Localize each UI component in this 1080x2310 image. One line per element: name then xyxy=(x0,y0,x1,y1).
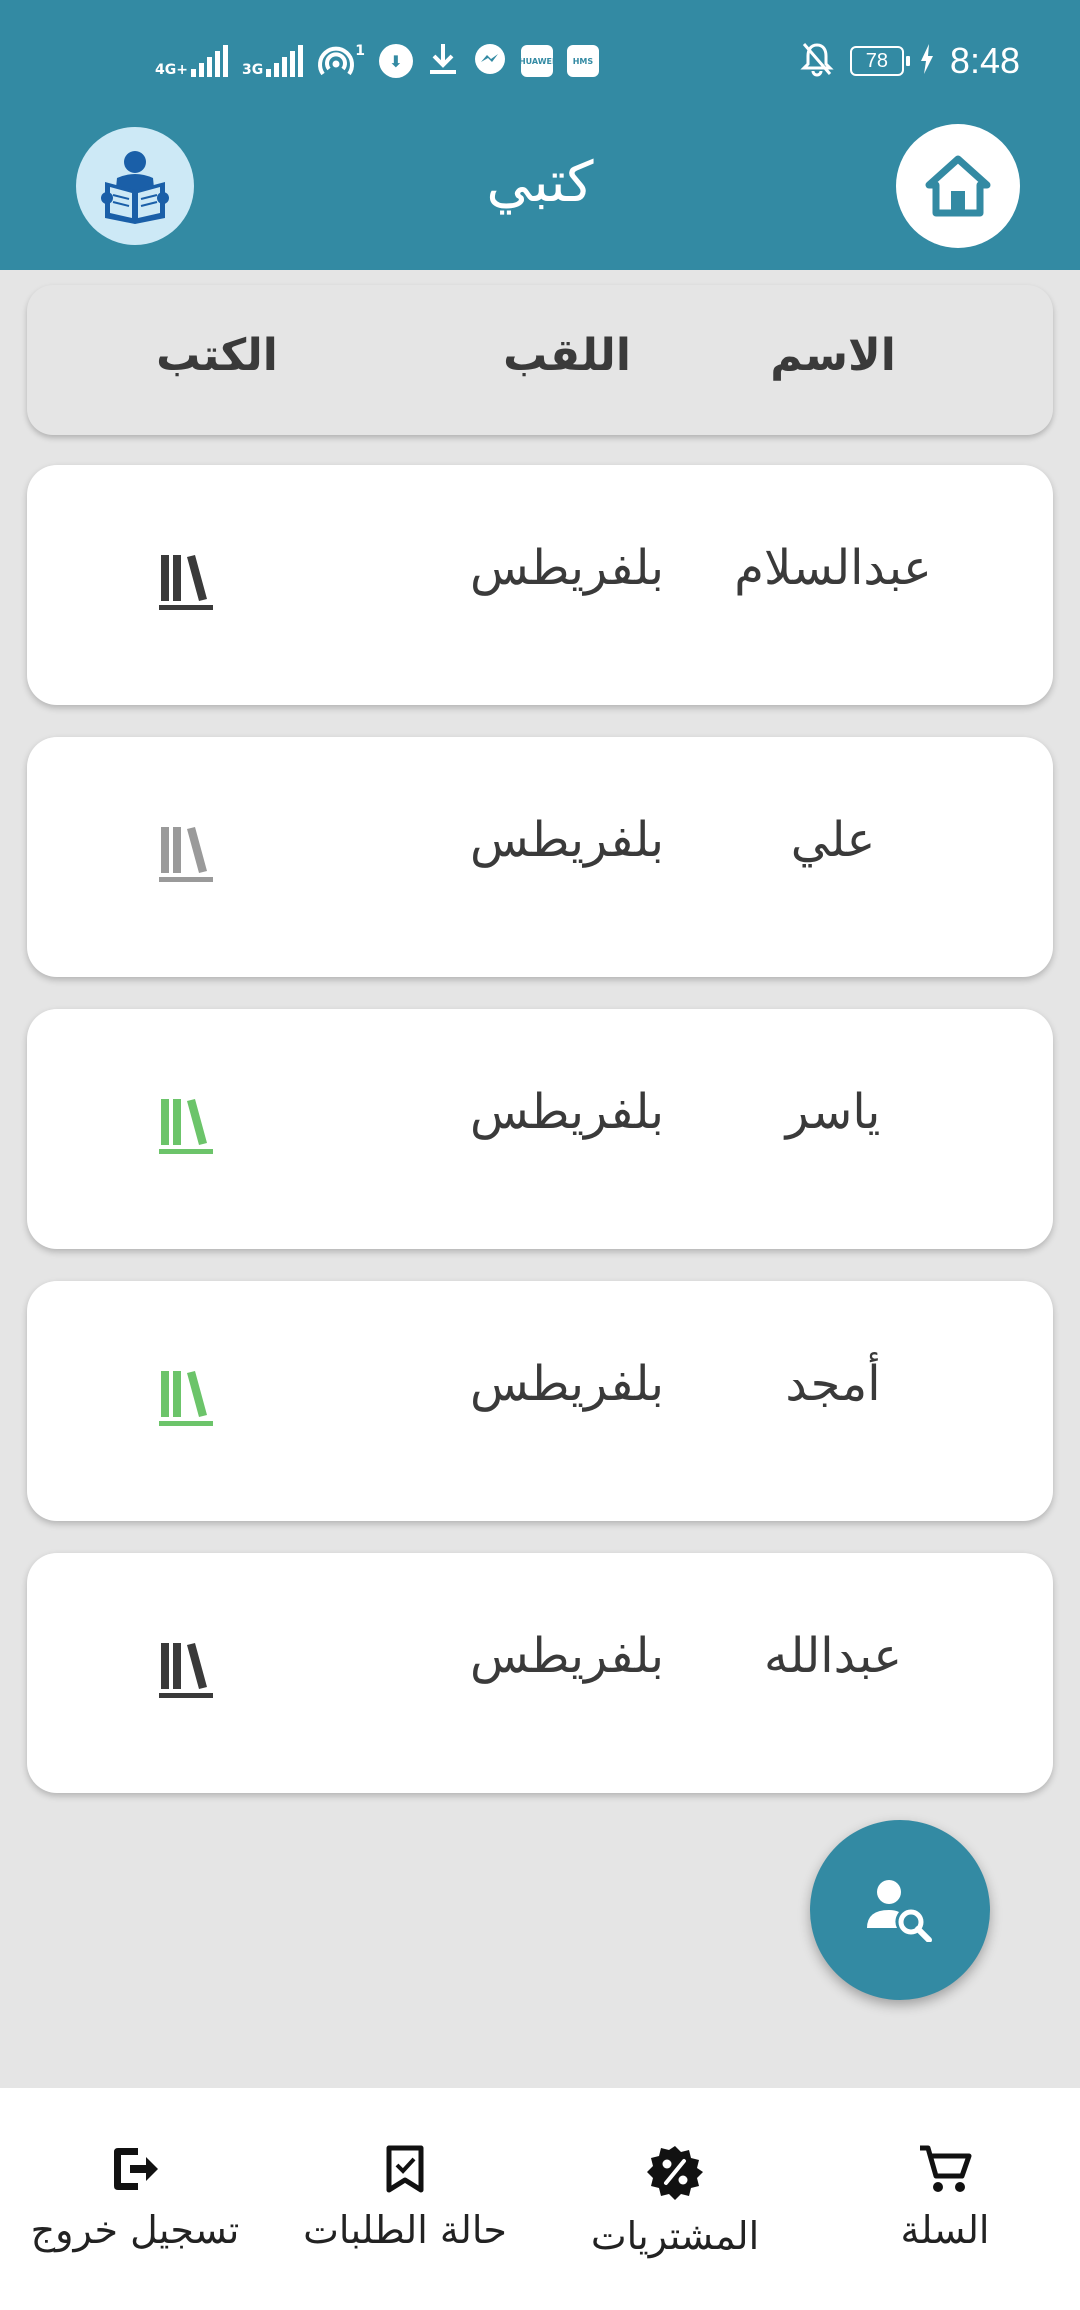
network-3g-label: 3G xyxy=(241,62,264,78)
row-surname: بلفريطس xyxy=(470,1356,664,1412)
books-icon[interactable] xyxy=(157,1367,215,1427)
battery-icon: 78 xyxy=(849,46,910,76)
huawei-app-icon: HUAWEI xyxy=(519,45,555,77)
books-icon[interactable] xyxy=(157,823,215,883)
hotspot-count: 1 xyxy=(355,43,365,59)
nav-label: المشتريات xyxy=(590,2214,760,2258)
table-row[interactable]: ياسر بلفريطس xyxy=(27,1009,1053,1249)
logout-icon xyxy=(114,2148,158,2190)
row-name: ياسر xyxy=(785,1084,881,1140)
home-icon xyxy=(925,155,991,217)
table-header: الاسم اللقب الكتب xyxy=(27,285,1053,435)
status-icons-left: 4G+ 3G 1 ⬇ HUAWEI HMS xyxy=(155,40,599,82)
nav-cart[interactable]: السلة xyxy=(810,2144,1080,2252)
hotspot-icon: 1 xyxy=(317,44,365,78)
table-row[interactable]: علي بلفريطس xyxy=(27,737,1053,977)
network-4g-indicator: 4G+ xyxy=(155,45,228,77)
bookmark-check-icon xyxy=(386,2145,424,2193)
download-app-icon: ⬇ xyxy=(378,44,413,78)
header-surname: اللقب xyxy=(503,330,631,381)
table-row[interactable]: عبدالسلام بلفريطس xyxy=(27,465,1053,705)
nav-label: السلة xyxy=(900,2208,990,2252)
table-row[interactable]: عبدالله بلفريطس xyxy=(27,1553,1053,1793)
signal-bars-icon xyxy=(266,45,304,77)
row-surname: بلفريطس xyxy=(470,1084,664,1140)
row-name: أمجد xyxy=(785,1356,881,1412)
reading-person-icon xyxy=(101,151,169,224)
status-icons-right: 78 8:48 xyxy=(800,38,1020,84)
nav-label: حالة الطلبات xyxy=(303,2208,507,2252)
header-books: الكتب xyxy=(156,330,278,381)
bottom-navigation: تسجيل خروج حالة الطلبات المشتريات السلة xyxy=(0,2088,1080,2310)
table-row[interactable]: أمجد بلفريطس xyxy=(27,1281,1053,1521)
nav-logout[interactable]: تسجيل خروج xyxy=(0,2144,270,2252)
books-icon[interactable] xyxy=(157,551,215,611)
page-title: كتبي xyxy=(486,150,594,215)
network-4g-label: 4G+ xyxy=(155,62,188,78)
search-user-button[interactable] xyxy=(810,1820,990,2000)
battery-level: 78 xyxy=(865,49,889,72)
signal-bars-icon xyxy=(190,45,228,77)
row-surname: بلفريطس xyxy=(470,1628,664,1684)
notifications-off-icon xyxy=(800,41,834,81)
row-surname: بلفريطس xyxy=(470,540,664,596)
header-name: الاسم xyxy=(770,330,896,381)
nav-purchases[interactable]: المشتريات xyxy=(540,2144,810,2258)
clock: 8:48 xyxy=(949,40,1020,81)
hms-icon: HMS xyxy=(566,45,599,77)
nav-order-status[interactable]: حالة الطلبات xyxy=(270,2144,540,2252)
messenger-icon xyxy=(473,42,507,80)
charging-icon xyxy=(920,44,934,78)
logo-button[interactable] xyxy=(76,127,194,245)
row-name: عبدالسلام xyxy=(734,540,932,596)
discount-badge-icon xyxy=(647,2146,703,2200)
nav-label: تسجيل خروج xyxy=(30,2208,240,2252)
network-3g-indicator: 3G xyxy=(241,45,304,78)
home-button[interactable] xyxy=(896,124,1020,248)
status-bar: 4G+ 3G 1 ⬇ HUAWEI HMS 78 8:48 xyxy=(0,0,1080,122)
app-bar: كتبي xyxy=(0,122,1080,270)
row-name: عبدالله xyxy=(764,1628,902,1684)
books-icon[interactable] xyxy=(157,1095,215,1155)
row-surname: بلفريطس xyxy=(470,812,664,868)
download-icon xyxy=(427,42,459,80)
books-icon[interactable] xyxy=(157,1639,215,1699)
row-name: علي xyxy=(790,812,876,868)
cart-icon xyxy=(920,2145,972,2192)
person-search-icon xyxy=(867,1880,932,1942)
